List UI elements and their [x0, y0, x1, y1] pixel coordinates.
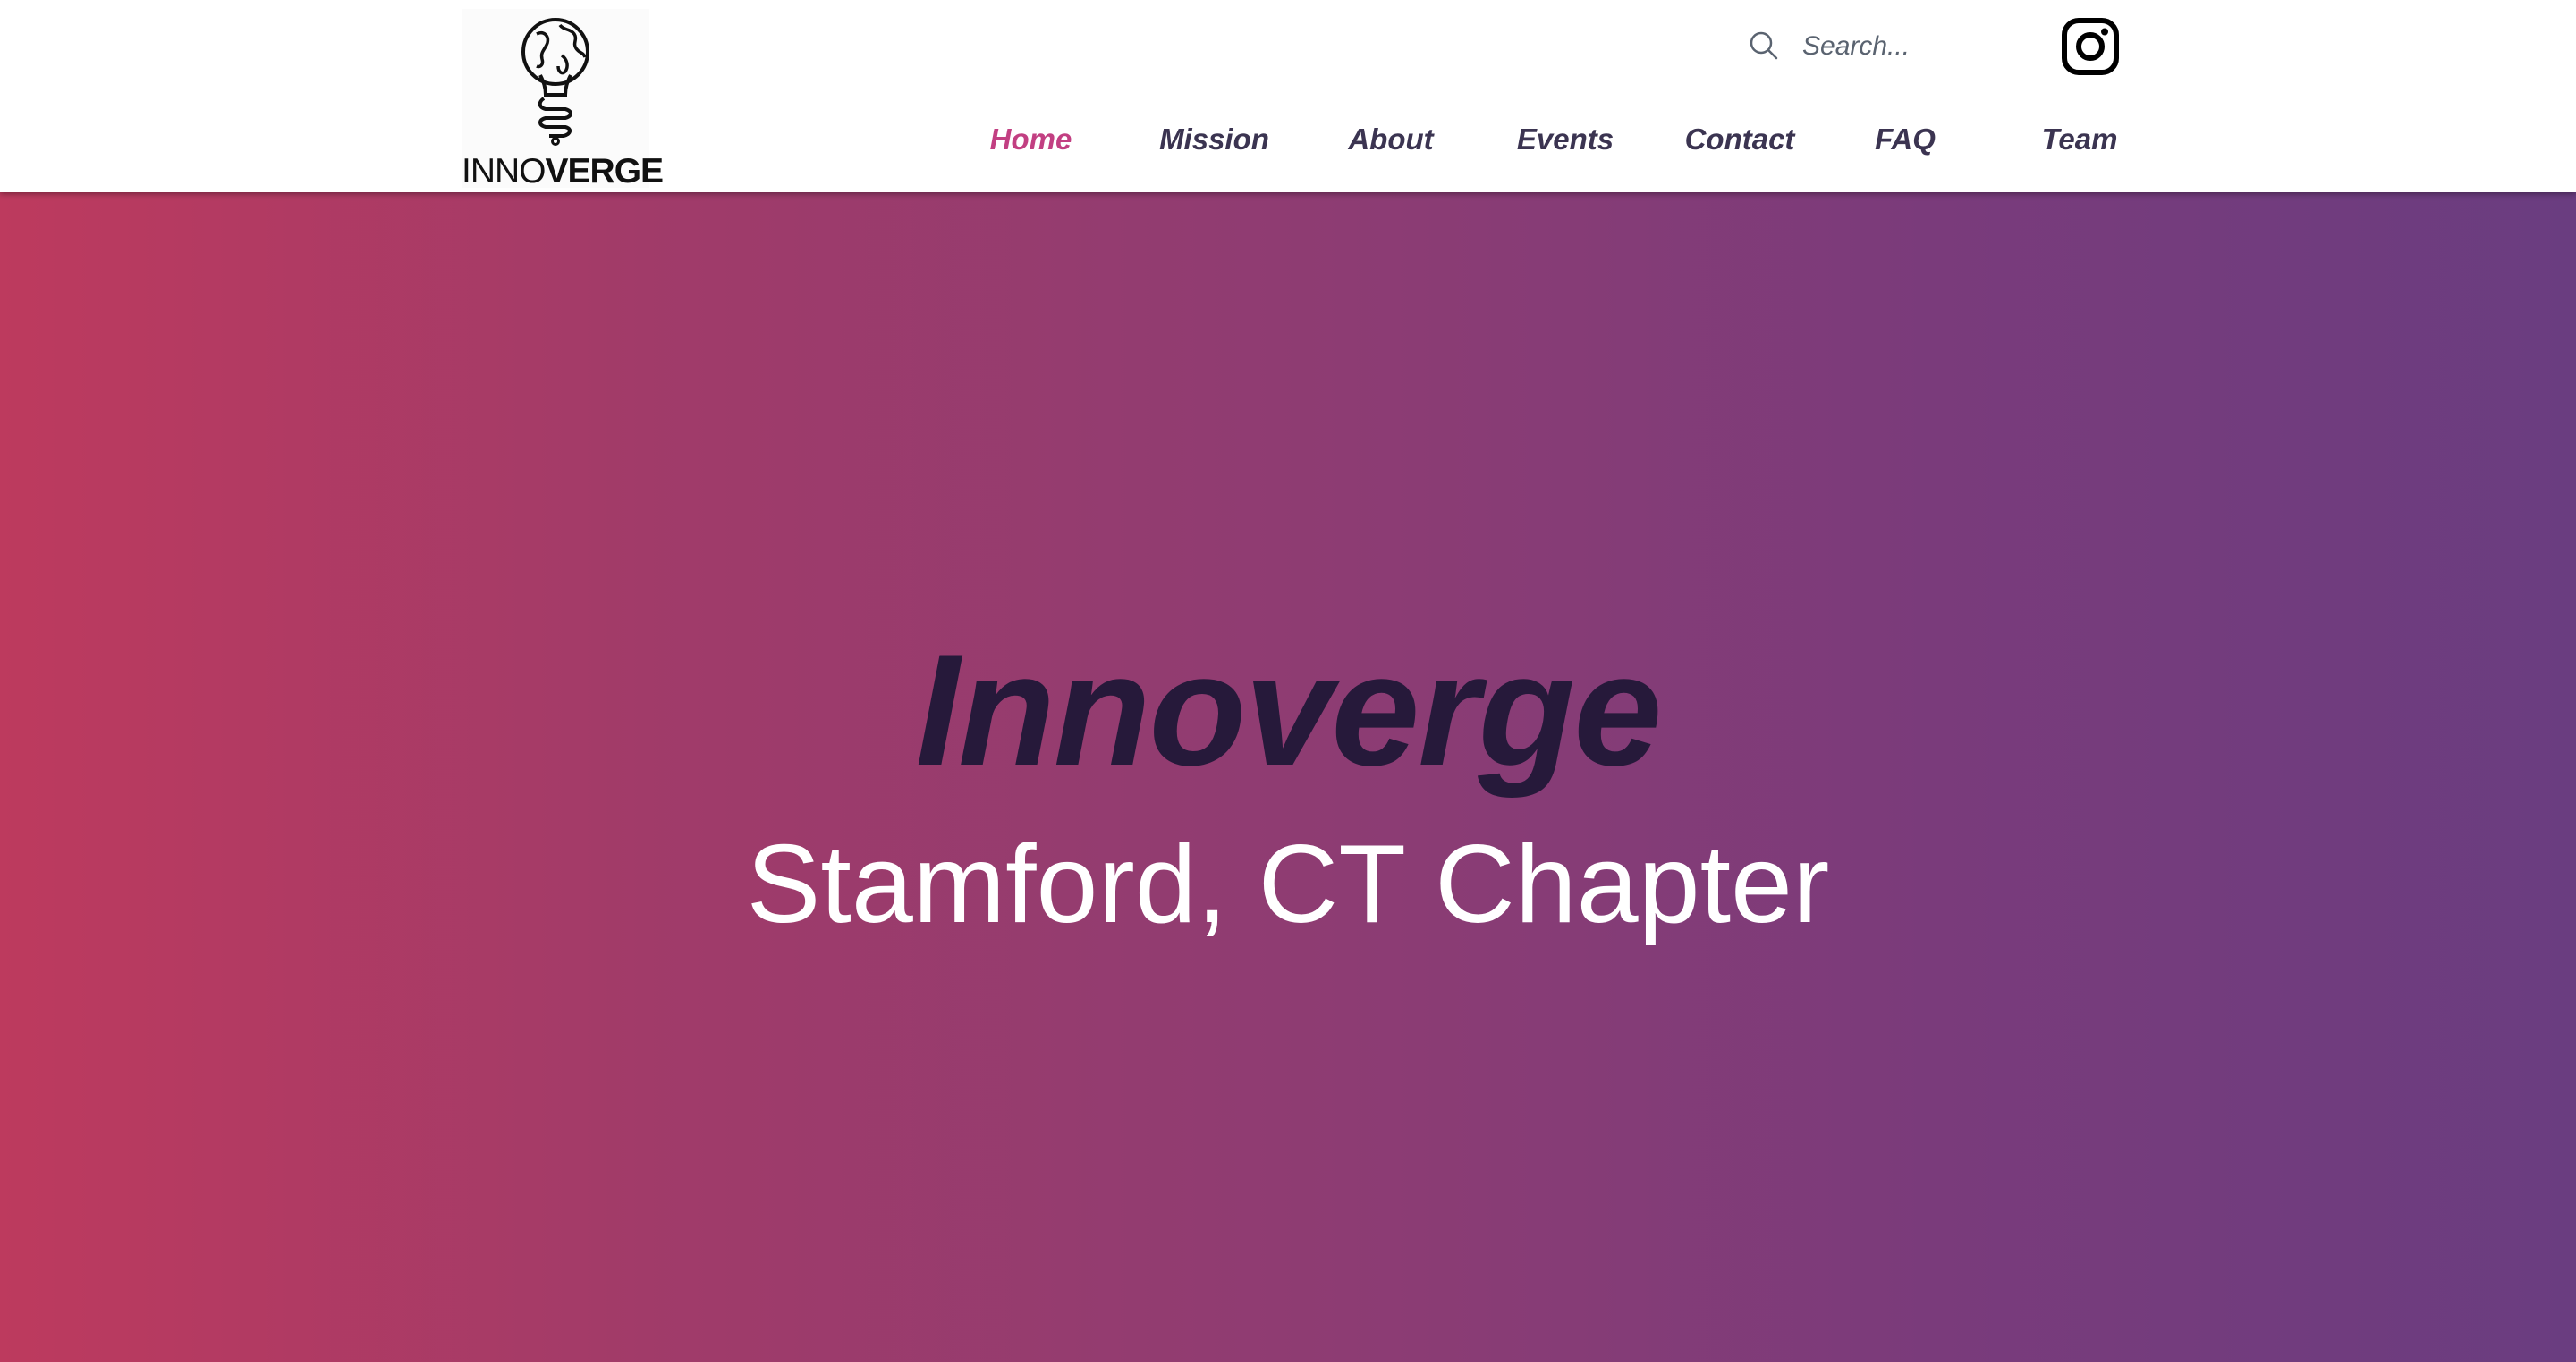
nav-item-mission[interactable]: Mission — [1149, 114, 1279, 165]
main-nav: Home Mission About Events Contact FAQ Te… — [957, 114, 2147, 168]
nav-item-about[interactable]: About — [1333, 114, 1449, 165]
logo-wordmark: INNOVERGE — [462, 152, 664, 191]
hero-subtitle: Stamford, CT Chapter — [746, 823, 1830, 946]
nav-item-faq[interactable]: FAQ — [1860, 114, 1950, 165]
instagram-icon — [2062, 18, 2119, 75]
site-logo[interactable]: INNOVERGE — [462, 9, 664, 191]
globe-lightbulb-icon — [521, 18, 589, 146]
site-header: INNOVERGE Home Mission About Events Cont… — [0, 0, 2576, 192]
nav-item-team[interactable]: Team — [2026, 114, 2133, 165]
nav-item-events[interactable]: Events — [1498, 114, 1632, 165]
search-icon[interactable] — [1749, 30, 1779, 61]
hero-section: Innoverge Stamford, CT Chapter — [0, 192, 2576, 1362]
search-input[interactable] — [1802, 25, 2008, 68]
instagram-link[interactable] — [2062, 18, 2119, 75]
hero-title: Innoverge — [915, 621, 1663, 799]
nav-item-home[interactable]: Home — [975, 114, 1087, 165]
nav-item-contact[interactable]: Contact — [1668, 114, 1811, 165]
site-search — [1749, 23, 2017, 70]
logo-word-bold: VERGE — [545, 152, 665, 190]
logo-word-light: INNO — [462, 152, 546, 190]
